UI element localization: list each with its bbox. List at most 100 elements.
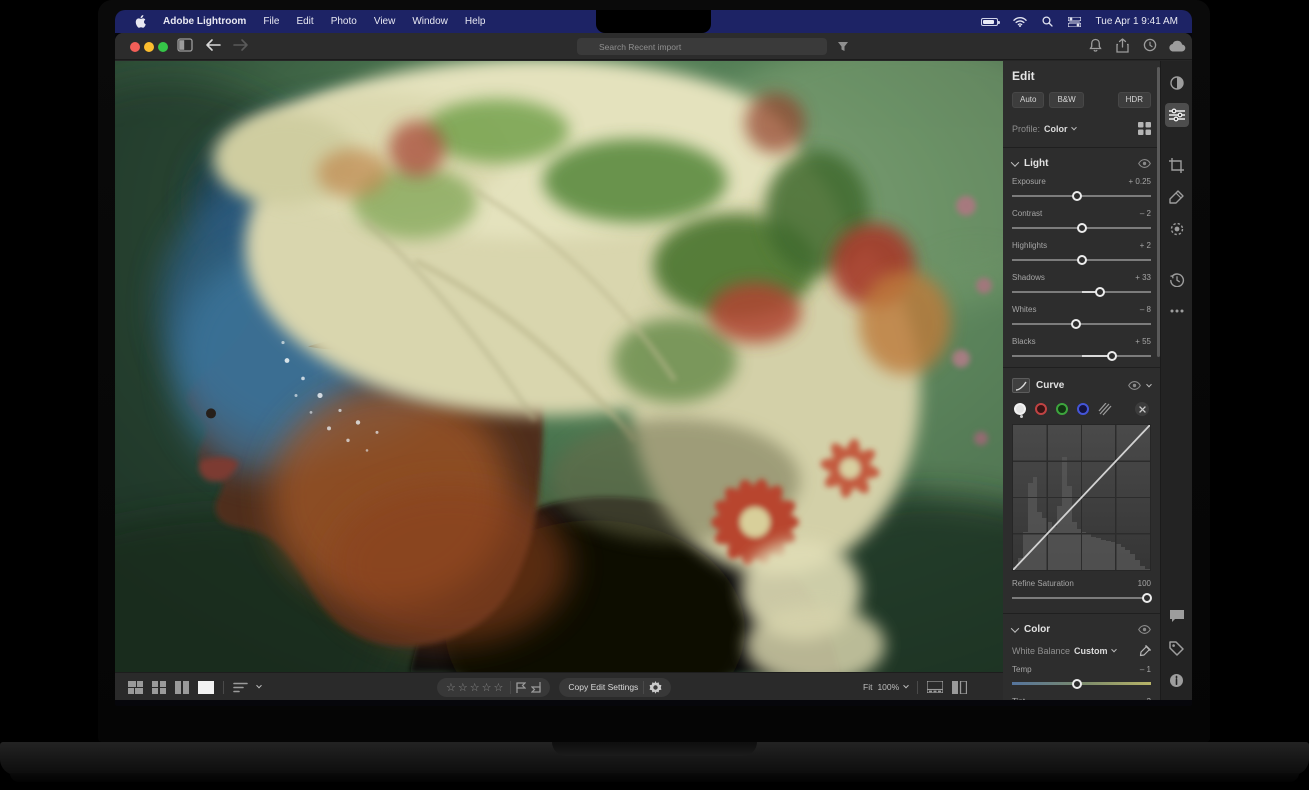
channel-green-button[interactable] xyxy=(1056,403,1068,415)
star-rating[interactable]: ☆☆☆☆☆ xyxy=(446,681,505,694)
before-after-icon[interactable] xyxy=(952,681,967,694)
light-section-header[interactable]: Light xyxy=(1012,158,1151,169)
hdr-button[interactable]: HDR xyxy=(1118,92,1151,108)
menu-help[interactable]: Help xyxy=(465,16,486,27)
white-balance-row[interactable]: White Balance Custom xyxy=(1012,645,1151,657)
slider-value: 100 xyxy=(1138,579,1151,589)
menu-view[interactable]: View xyxy=(374,16,396,27)
sort-icon[interactable] xyxy=(233,682,248,693)
healing-icon[interactable] xyxy=(1165,185,1189,209)
slider-track[interactable] xyxy=(1012,350,1151,361)
view-compare-icon[interactable] xyxy=(175,681,189,694)
slider-handle[interactable] xyxy=(1072,679,1082,689)
crop-icon[interactable] xyxy=(1165,153,1189,177)
notifications-bell-icon[interactable] xyxy=(1089,38,1102,52)
menu-photo[interactable]: Photo xyxy=(331,16,357,27)
close-button[interactable] xyxy=(130,42,140,52)
gear-icon[interactable] xyxy=(649,681,662,694)
zoom-button[interactable] xyxy=(158,42,168,52)
slider-track[interactable] xyxy=(1012,254,1151,265)
slider-handle[interactable] xyxy=(1095,287,1105,297)
color-section-header[interactable]: Color xyxy=(1012,624,1151,635)
camera-notch xyxy=(596,10,711,33)
curve-reset-icon[interactable] xyxy=(1135,402,1149,416)
eye-icon[interactable] xyxy=(1138,625,1151,634)
keywords-tag-icon[interactable] xyxy=(1165,636,1189,660)
menu-edit[interactable]: Edit xyxy=(296,16,313,27)
view-square-grid-icon[interactable] xyxy=(152,681,166,694)
tone-curve-editor[interactable] xyxy=(1012,424,1151,571)
eyedropper-icon[interactable] xyxy=(1139,645,1151,657)
comments-icon[interactable] xyxy=(1165,604,1189,628)
menu-window[interactable]: Window xyxy=(412,16,448,27)
parametric-curve-icon[interactable] xyxy=(1098,403,1112,416)
eye-icon[interactable] xyxy=(1138,159,1151,168)
slider-handle[interactable] xyxy=(1077,255,1087,265)
channel-red-button[interactable] xyxy=(1035,403,1047,415)
auto-button[interactable]: Auto xyxy=(1012,92,1044,108)
channel-blue-button[interactable] xyxy=(1077,403,1089,415)
menubar-clock[interactable]: Tue Apr 1 9:41 AM xyxy=(1096,16,1178,27)
slider-track[interactable] xyxy=(1012,592,1151,603)
slider-handle[interactable] xyxy=(1142,593,1152,603)
spotlight-search-icon[interactable] xyxy=(1042,16,1053,27)
menu-file[interactable]: File xyxy=(263,16,279,27)
zoom-control[interactable]: Fit 100% xyxy=(863,682,908,692)
back-arrow-icon[interactable] xyxy=(205,38,221,52)
slider-track[interactable] xyxy=(1012,190,1151,201)
slider-exposure: Exposure+ 0.25 xyxy=(1012,177,1151,201)
more-options-icon[interactable] xyxy=(1165,299,1189,323)
channel-rgb-button[interactable] xyxy=(1014,403,1026,415)
filter-icon[interactable] xyxy=(837,41,849,52)
search-input[interactable] xyxy=(577,38,827,55)
slider-handle[interactable] xyxy=(1077,223,1087,233)
cloud-icon[interactable] xyxy=(1168,40,1186,52)
sync-status-icon[interactable] xyxy=(1143,38,1157,52)
apple-icon[interactable] xyxy=(135,15,146,28)
curve-section-header[interactable]: Curve xyxy=(1012,378,1151,393)
profile-browser-icon[interactable] xyxy=(1138,122,1151,135)
minimize-button[interactable] xyxy=(144,42,154,52)
chevron-down-icon xyxy=(903,683,909,689)
slider-track[interactable] xyxy=(1012,678,1151,689)
masking-icon[interactable] xyxy=(1165,217,1189,241)
slider-handle[interactable] xyxy=(1071,319,1081,329)
presets-icon[interactable] xyxy=(1165,71,1189,95)
control-center-icon[interactable] xyxy=(1068,17,1081,27)
flag-pick-icon[interactable] xyxy=(516,682,526,693)
bw-button[interactable]: B&W xyxy=(1049,92,1083,108)
share-icon[interactable] xyxy=(1116,38,1129,53)
menubar-app-name[interactable]: Adobe Lightroom xyxy=(163,16,246,27)
chevron-down-icon[interactable] xyxy=(1146,381,1152,387)
copy-edit-settings-button[interactable]: Copy Edit Settings xyxy=(568,682,638,692)
versions-icon[interactable] xyxy=(1165,267,1189,291)
sidebar-toggle-icon[interactable] xyxy=(177,38,193,52)
flag-reject-icon[interactable] xyxy=(531,682,541,693)
view-detail-icon[interactable] xyxy=(198,681,214,694)
slider-shadows: Shadows+ 33 xyxy=(1012,273,1151,297)
edit-sliders-icon[interactable] xyxy=(1165,103,1189,127)
battery-icon[interactable] xyxy=(981,18,998,26)
slider-track[interactable] xyxy=(1012,286,1151,297)
eye-icon[interactable] xyxy=(1128,381,1141,390)
divider xyxy=(223,681,224,694)
info-icon[interactable] xyxy=(1165,668,1189,692)
curve-tool-icon[interactable] xyxy=(1012,378,1030,393)
fit-label[interactable]: Fit xyxy=(863,682,872,692)
view-photo-grid-icon[interactable] xyxy=(128,681,143,694)
slider-track[interactable] xyxy=(1012,222,1151,233)
slider-handle[interactable] xyxy=(1072,191,1082,201)
chevron-down-icon[interactable] xyxy=(256,683,262,689)
filmstrip-toggle-icon[interactable] xyxy=(927,681,943,693)
photo-canvas[interactable] xyxy=(115,61,1003,672)
light-section-title: Light xyxy=(1024,158,1048,169)
wifi-icon[interactable] xyxy=(1013,17,1027,27)
slider-track[interactable] xyxy=(1012,318,1151,329)
slider-value: – 2 xyxy=(1140,209,1151,219)
slider-handle[interactable] xyxy=(1107,351,1117,361)
profile-row[interactable]: Profile: Color xyxy=(1012,122,1151,135)
forward-arrow-icon[interactable] xyxy=(233,38,249,52)
curve-line[interactable] xyxy=(1013,425,1150,570)
slider-blacks: Blacks+ 55 xyxy=(1012,337,1151,361)
stage: Adobe Lightroom File Edit Photo View Win… xyxy=(0,0,1309,790)
